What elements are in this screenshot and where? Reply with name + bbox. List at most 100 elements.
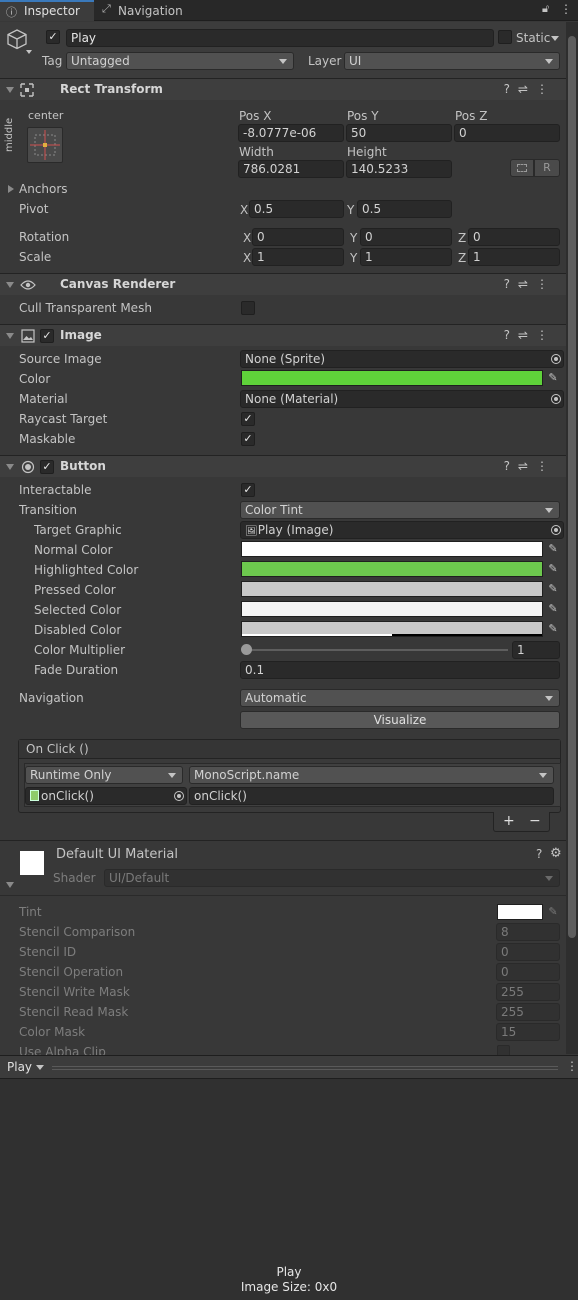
preview-dropdown[interactable]: Play: [4, 1059, 48, 1075]
transition-label: Transition: [19, 503, 78, 517]
preview-menu-icon[interactable]: ⋮: [566, 1059, 578, 1073]
fade-duration-input[interactable]: 0.1: [240, 661, 560, 679]
button-header[interactable]: ✓ Button ?⇌⋮: [0, 455, 566, 477]
maskable-checkbox[interactable]: ✓: [241, 432, 255, 446]
image-ref-icon: 🖼︎: [245, 526, 258, 537]
tab-menu-icon[interactable]: ⋮: [560, 2, 572, 16]
cull-checkbox[interactable]: [241, 301, 255, 315]
raw-edit-button[interactable]: R: [534, 159, 560, 177]
component-header-icons[interactable]: ?⇌⋮: [504, 277, 556, 291]
component-header-icons[interactable]: ?⇌⋮: [504, 82, 556, 96]
pos-y-input[interactable]: 50: [346, 124, 452, 142]
remove-listener-button[interactable]: −: [529, 813, 541, 829]
normal-color-swatch[interactable]: [241, 541, 543, 557]
icon-dropdown-arrow-icon[interactable]: [26, 50, 32, 54]
onclick-object-value: onClick(): [41, 789, 94, 803]
material-foldout-icon[interactable]: [6, 882, 14, 888]
lock-icon[interactable]: 🔓︎: [542, 2, 549, 16]
object-picker-icon[interactable]: [551, 525, 561, 535]
interactable-checkbox[interactable]: ✓: [241, 483, 255, 497]
eyedropper-icon[interactable]: ✎: [545, 370, 561, 386]
function-dropdown[interactable]: MonoScript.name: [189, 766, 554, 784]
rotation-x-input[interactable]: 0: [252, 228, 344, 246]
foldout-arrow-icon[interactable]: [6, 282, 14, 288]
preview-drag-handle[interactable]: [52, 1066, 558, 1070]
anchors-label[interactable]: Anchors: [19, 181, 68, 197]
gear-icon[interactable]: ⚙: [550, 846, 562, 861]
image-color-swatch[interactable]: [241, 370, 543, 386]
pivot-y-input[interactable]: 0.5: [357, 200, 452, 218]
rotation-y-input[interactable]: 0: [360, 228, 452, 246]
pos-z-input[interactable]: 0: [454, 124, 560, 142]
static-label[interactable]: Static: [516, 30, 550, 46]
object-picker-icon[interactable]: [174, 791, 184, 801]
transition-value: Color Tint: [245, 503, 303, 517]
color-multiplier-slider-track[interactable]: [246, 649, 508, 651]
object-picker-icon[interactable]: [551, 354, 561, 364]
foldout-arrow-icon[interactable]: [6, 333, 14, 339]
button-component-icon: [21, 460, 35, 474]
navigation-dropdown[interactable]: Automatic: [240, 689, 560, 707]
tab-navigation[interactable]: ⤢ Navigation: [96, 0, 196, 21]
foldout-arrow-icon[interactable]: [6, 87, 14, 93]
selected-color-swatch[interactable]: [241, 601, 543, 617]
raycast-label: Raycast Target: [19, 412, 108, 426]
canvas-renderer-header[interactable]: Canvas Renderer ?⇌⋮: [0, 273, 566, 295]
tab-inspector[interactable]: ⓘ Inspector: [0, 0, 94, 21]
object-picker-icon[interactable]: [551, 394, 561, 404]
visualize-button[interactable]: Visualize: [240, 711, 560, 729]
static-dropdown-arrow-icon[interactable]: [551, 36, 559, 41]
rotation-z-input[interactable]: 0: [468, 228, 560, 246]
scale-z-input[interactable]: 1: [468, 248, 560, 266]
rotation-z-label: Z: [458, 231, 467, 245]
component-header-icons[interactable]: ?⇌⋮: [504, 328, 556, 342]
eyedropper-icon[interactable]: ✎: [545, 621, 561, 637]
stencil-id-label: Stencil ID: [19, 945, 77, 959]
pressed-color-swatch[interactable]: [241, 581, 543, 597]
component-header-icons[interactable]: ?⇌⋮: [504, 459, 556, 473]
maskable-label: Maskable: [19, 432, 76, 446]
anchors-foldout-icon[interactable]: [8, 185, 14, 193]
image-header[interactable]: ✓ Image ?⇌⋮: [0, 324, 566, 346]
add-listener-button[interactable]: +: [503, 813, 515, 829]
pivot-label: Pivot: [19, 202, 49, 216]
width-input[interactable]: 786.0281: [238, 160, 344, 178]
onclick-object-field[interactable]: onClick(): [25, 787, 187, 805]
image-enabled-checkbox[interactable]: ✓: [40, 329, 54, 343]
raycast-checkbox[interactable]: ✓: [241, 412, 255, 426]
color-multiplier-slider-handle[interactable]: [241, 644, 252, 655]
eyedropper-icon[interactable]: ✎: [545, 581, 561, 597]
pos-x-input[interactable]: -8.0777e-06: [238, 124, 344, 142]
highlighted-color-swatch[interactable]: [241, 561, 543, 577]
tag-dropdown[interactable]: Untagged: [66, 52, 294, 70]
target-graphic-field[interactable]: 🖼︎Play (Image): [240, 521, 564, 539]
anchor-preset-button[interactable]: [27, 127, 63, 163]
highlighted-color-label: Highlighted Color: [34, 563, 139, 577]
rect-transform-title: Rect Transform: [60, 82, 163, 96]
scale-x-input[interactable]: 1: [252, 248, 344, 266]
pivot-x-input[interactable]: 0.5: [249, 200, 344, 218]
color-multiplier-input[interactable]: 1: [512, 641, 560, 659]
runtime-dropdown[interactable]: Runtime Only: [25, 766, 183, 784]
eyedropper-icon[interactable]: ✎: [545, 601, 561, 617]
button-enabled-checkbox[interactable]: ✓: [40, 460, 54, 474]
active-checkbox[interactable]: ✓: [46, 30, 60, 44]
rect-transform-header[interactable]: Rect Transform ?⇌⋮: [0, 78, 566, 100]
height-input[interactable]: 140.5233: [346, 160, 452, 178]
shader-dropdown[interactable]: UI/Default: [104, 869, 560, 887]
disabled-color-swatch[interactable]: [241, 621, 543, 637]
foldout-arrow-icon[interactable]: [6, 464, 14, 470]
transition-dropdown[interactable]: Color Tint: [240, 501, 560, 519]
layer-dropdown[interactable]: UI: [344, 52, 560, 70]
material-field[interactable]: None (Material): [240, 390, 564, 408]
source-image-field[interactable]: None (Sprite): [240, 350, 564, 368]
onclick-method-field[interactable]: onClick(): [189, 787, 554, 805]
static-checkbox[interactable]: [498, 30, 512, 44]
object-name-input[interactable]: Play: [66, 29, 494, 47]
blueprint-mode-button[interactable]: [510, 159, 534, 177]
eyedropper-icon[interactable]: ✎: [545, 561, 561, 577]
scale-y-input[interactable]: 1: [360, 248, 452, 266]
scrollbar-thumb[interactable]: [568, 36, 576, 938]
help-icon[interactable]: ?: [536, 847, 542, 861]
eyedropper-icon[interactable]: ✎: [545, 541, 561, 557]
